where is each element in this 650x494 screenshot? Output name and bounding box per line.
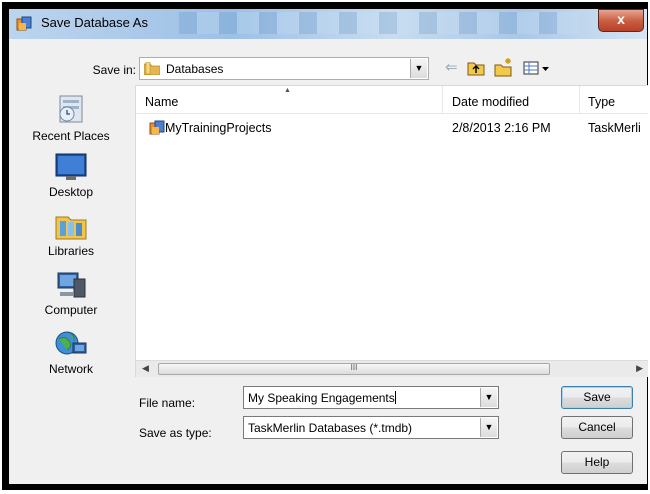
file-date-cell: 2/8/2013 2:16 PM bbox=[452, 121, 551, 135]
close-button[interactable]: x bbox=[598, 9, 644, 32]
places-label: Computer bbox=[44, 303, 98, 317]
scrollbar-thumb[interactable]: III bbox=[158, 363, 550, 375]
save-as-type-label: Save as type: bbox=[139, 426, 212, 440]
scroll-right-icon[interactable]: ▶ bbox=[636, 363, 643, 374]
save-button[interactable]: Save bbox=[561, 386, 633, 409]
column-header-date-modified[interactable]: Date modified bbox=[452, 95, 529, 109]
column-header-name[interactable]: Name bbox=[145, 95, 178, 109]
chevron-down-icon[interactable]: ▼ bbox=[480, 388, 497, 407]
column-header-type[interactable]: Type bbox=[588, 95, 615, 109]
places-item-libraries[interactable]: Libraries bbox=[12, 211, 130, 258]
places-item-recent[interactable]: Recent Places bbox=[12, 92, 130, 143]
save-in-label: Save in: bbox=[92, 63, 136, 77]
places-item-desktop[interactable]: Desktop bbox=[12, 152, 130, 199]
file-type-cell: TaskMerli bbox=[588, 121, 641, 135]
file-name-label: File name: bbox=[139, 396, 196, 410]
places-label: Recent Places bbox=[32, 129, 110, 143]
chevron-down-icon[interactable]: ▼ bbox=[480, 418, 497, 437]
desktop-icon bbox=[55, 153, 87, 180]
scroll-grip-icon: III bbox=[350, 363, 358, 372]
save-in-value: Databases bbox=[166, 62, 224, 76]
file-name-input[interactable]: My Speaking Engagements ▼ bbox=[243, 386, 499, 409]
taskmerlin-file-icon bbox=[149, 120, 165, 135]
horizontal-scrollbar[interactable]: ◀ III ▶ bbox=[136, 360, 648, 377]
column-divider[interactable] bbox=[579, 86, 580, 113]
places-label: Network bbox=[48, 362, 93, 376]
up-folder-icon[interactable] bbox=[467, 59, 485, 76]
help-button[interactable]: Help bbox=[561, 451, 633, 474]
places-label: Desktop bbox=[48, 185, 94, 199]
text-caret bbox=[394, 391, 396, 404]
file-row[interactable]: MyTrainingProjects 2/8/2013 2:16 PM Task… bbox=[136, 118, 648, 138]
column-divider[interactable] bbox=[442, 86, 443, 113]
computer-icon bbox=[57, 272, 86, 298]
save-as-type-dropdown[interactable]: TaskMerlin Databases (*.tmdb) ▼ bbox=[243, 416, 499, 439]
save-in-dropdown[interactable]: Databases ▼ bbox=[139, 57, 429, 80]
window-title: Save Database As bbox=[41, 15, 148, 30]
file-list[interactable]: ▲ Name Date modified Type MyTrainingProj… bbox=[135, 85, 648, 377]
save-as-type-value: TaskMerlin Databases (*.tmdb) bbox=[248, 421, 413, 435]
new-folder-icon[interactable] bbox=[494, 57, 514, 77]
sort-ascending-icon: ▲ bbox=[284, 87, 291, 94]
folder-icon bbox=[144, 62, 160, 75]
places-item-network[interactable]: Network bbox=[12, 329, 130, 376]
libraries-icon bbox=[55, 216, 87, 240]
file-name-cell: MyTrainingProjects bbox=[165, 121, 272, 135]
scroll-left-icon[interactable]: ◀ bbox=[142, 363, 149, 374]
taskmerlin-app-icon bbox=[16, 16, 32, 31]
file-list-header: ▲ Name Date modified Type bbox=[136, 86, 648, 114]
places-label: Libraries bbox=[47, 244, 95, 258]
recent-places-icon bbox=[59, 95, 83, 123]
views-menu-icon[interactable] bbox=[523, 60, 551, 76]
cancel-button[interactable]: Cancel bbox=[561, 416, 633, 439]
title-bar-glass bbox=[179, 12, 579, 34]
network-icon bbox=[55, 331, 87, 355]
back-arrow-icon[interactable]: ⇐ bbox=[445, 60, 459, 76]
chevron-down-icon[interactable]: ▼ bbox=[410, 59, 427, 78]
places-item-computer[interactable]: Computer bbox=[12, 270, 130, 317]
file-name-value: My Speaking Engagements bbox=[248, 391, 395, 405]
